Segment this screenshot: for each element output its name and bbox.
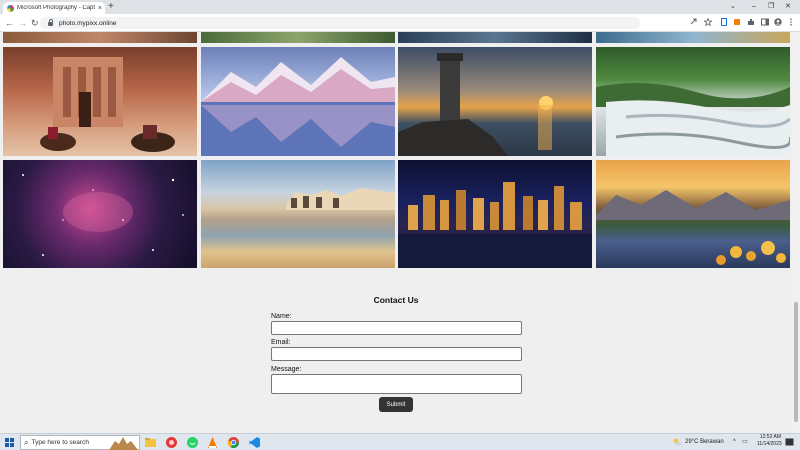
waterfall-scene-illustration: [596, 83, 790, 156]
whatsapp-icon[interactable]: [186, 436, 199, 449]
vscode-icon[interactable]: [248, 436, 261, 449]
extension-doc-icon[interactable]: [720, 18, 728, 26]
clock-time: 12:52 AM: [759, 434, 781, 440]
close-window-button[interactable]: ✕: [785, 1, 791, 13]
maximize-button[interactable]: ❐: [768, 1, 774, 13]
gallery-image-mountain-lake-flowers[interactable]: [596, 160, 790, 268]
browser-app-red-icon[interactable]: [165, 436, 178, 449]
contact-heading: Contact Us: [373, 295, 419, 305]
bookmark-star-icon[interactable]: [704, 18, 712, 26]
gallery-image-partial[interactable]: [201, 32, 395, 43]
gallery-image-nebula-space[interactable]: [3, 160, 197, 268]
email-label: Email:: [271, 339, 291, 346]
extension-orange-icon[interactable]: [733, 18, 741, 26]
file-explorer-icon[interactable]: [144, 436, 157, 449]
taskbar-search-placeholder: Type here to search: [31, 439, 89, 446]
clock[interactable]: 12:52 AM 11/14/2023: [757, 434, 782, 448]
weather-text[interactable]: 29°C Berawan: [685, 437, 724, 447]
new-tab-button[interactable]: +: [108, 1, 114, 13]
tab-title: Microsoft Photography - Captur: [17, 5, 95, 11]
reload-icon[interactable]: ↻: [31, 17, 39, 29]
skyline-scene-illustration: [398, 182, 592, 268]
message-textarea[interactable]: [271, 374, 522, 394]
gallery-image-waterfall-forest[interactable]: [596, 47, 790, 156]
scrollbar-thumb[interactable]: [794, 302, 798, 422]
gallery-image-partial[interactable]: [596, 32, 790, 43]
lake-scene-illustration: [596, 190, 790, 265]
share-icon[interactable]: [690, 18, 698, 26]
weather-cloud-icon[interactable]: [672, 437, 682, 447]
extensions-puzzle-icon[interactable]: [747, 18, 755, 26]
profile-avatar-icon[interactable]: [774, 18, 782, 26]
menu-kebab-icon[interactable]: [787, 18, 795, 26]
gallery-image-city-skyline-night[interactable]: [398, 160, 592, 268]
browser-toolbar: ← → ↻ photo.mypixx.online: [0, 14, 800, 32]
name-input[interactable]: [271, 321, 522, 335]
url-text: photo.mypixx.online: [59, 19, 117, 27]
tray-overflow-chevron-icon[interactable]: ^: [733, 437, 736, 447]
side-panel-icon[interactable]: [761, 18, 769, 26]
lighthouse-scene-illustration: [398, 53, 553, 156]
gallery-image-petra-camels[interactable]: [3, 47, 197, 156]
page-scrollbar[interactable]: [792, 32, 800, 433]
browser-tab[interactable]: Microsoft Photography - Captur ×: [3, 2, 105, 14]
gallery-image-partial[interactable]: [398, 32, 592, 43]
nebula-scene-illustration: [22, 174, 184, 256]
chrome-icon[interactable]: [227, 436, 240, 449]
windows-taskbar: ⌕ Type here to search 29°C Berawan ^ ▭ 1…: [0, 433, 800, 450]
name-label: Name:: [271, 313, 292, 320]
search-highlight-temple-icon: [109, 437, 138, 450]
page-viewport: Contact Us Name: Email: Message: Submit: [0, 32, 792, 433]
vlc-icon[interactable]: [206, 436, 219, 449]
site-favicon-icon: [7, 4, 14, 12]
address-bar[interactable]: photo.mypixx.online: [40, 17, 640, 29]
submit-button[interactable]: Submit: [379, 397, 413, 412]
notification-center-icon[interactable]: [785, 438, 794, 447]
gallery-image-lighthouse-sunset[interactable]: [398, 47, 592, 156]
lock-icon: [48, 19, 53, 26]
gallery-image-desert-coast[interactable]: [201, 160, 395, 268]
mountain-scene-illustration: [201, 57, 395, 156]
tab-search-icon[interactable]: ⌄: [730, 1, 736, 13]
message-label: Message:: [271, 366, 302, 373]
petra-scene-illustration: [40, 57, 175, 152]
gallery-image-snow-mountains-lake[interactable]: [201, 47, 395, 156]
network-icon[interactable]: ▭: [742, 437, 748, 447]
back-icon[interactable]: ←: [5, 17, 14, 29]
gallery-image-partial[interactable]: [3, 32, 197, 43]
tab-close-icon[interactable]: ×: [98, 5, 105, 12]
windows-start-icon[interactable]: [5, 438, 14, 447]
search-icon: ⌕: [24, 437, 29, 447]
email-input[interactable]: [271, 347, 522, 361]
clock-date: 11/14/2023: [757, 441, 782, 447]
minimize-button[interactable]: –: [752, 1, 756, 13]
forward-icon[interactable]: →: [18, 17, 27, 29]
browser-tabstrip: Microsoft Photography - Captur × + ⌄ – ❐…: [0, 0, 800, 14]
coast-scene-illustration: [286, 188, 395, 210]
